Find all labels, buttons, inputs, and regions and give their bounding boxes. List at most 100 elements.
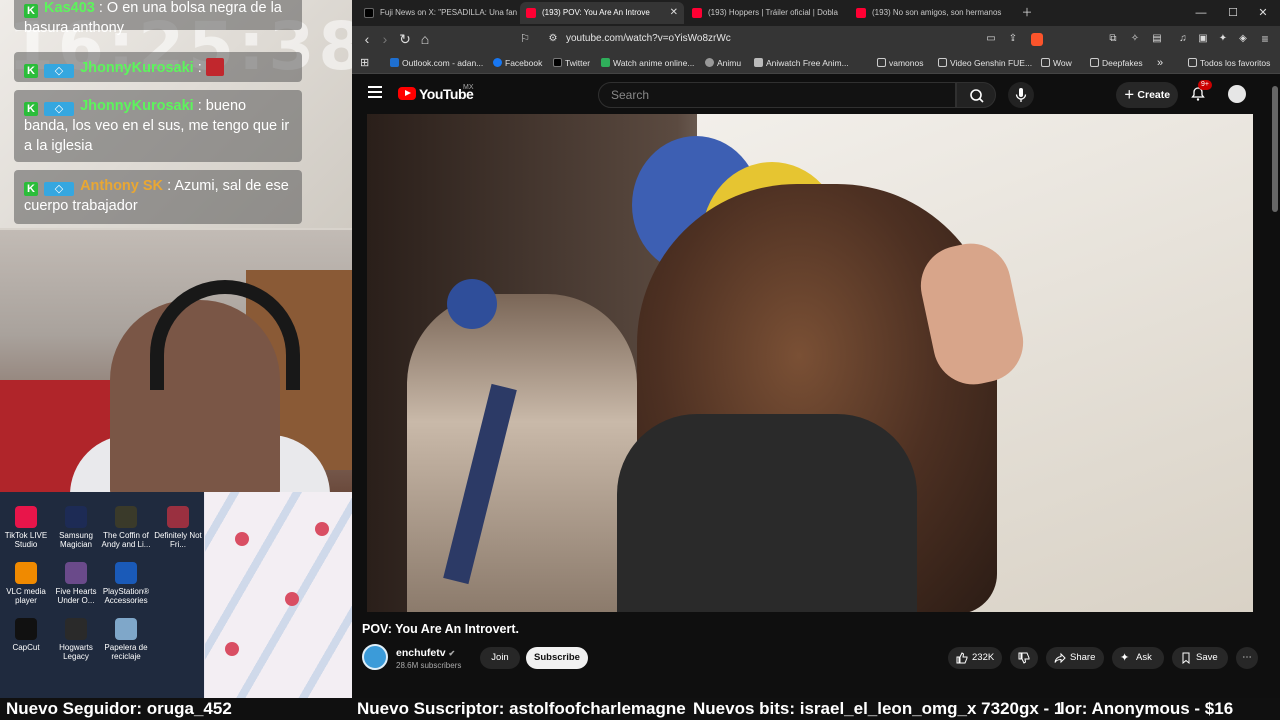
- extension-icon[interactable]: ⧉: [1104, 26, 1122, 52]
- youtube-logo-icon[interactable]: [398, 87, 416, 100]
- desktop-icon-label: Hogwarts Legacy: [59, 643, 93, 661]
- close-window-icon[interactable]: ✕: [1248, 0, 1278, 26]
- join-button[interactable]: Join: [480, 647, 520, 669]
- bookmark-watch-anime[interactable]: Watch anime online...: [601, 52, 694, 74]
- thumbs-up-icon: [956, 652, 968, 664]
- bookmark-folder-genshin[interactable]: Video Genshin FUE...: [938, 52, 1032, 74]
- desktop-icon[interactable]: The Coffin of Andy and Li...: [100, 506, 152, 549]
- desktop-icon[interactable]: VLC media player: [0, 562, 52, 605]
- subscribe-button[interactable]: Subscribe: [526, 647, 588, 669]
- channel-avatar[interactable]: [362, 644, 388, 670]
- bookmark-animu[interactable]: Animu: [705, 52, 741, 74]
- music-icon[interactable]: ♫: [1174, 26, 1192, 52]
- app-icon: [15, 506, 37, 528]
- search-input[interactable]: Search: [598, 82, 956, 108]
- site-info-icon[interactable]: ⚙: [544, 26, 562, 52]
- bookmark-aniwatch[interactable]: Aniwatch Free Anim...: [754, 52, 849, 74]
- page-scrollbar[interactable]: [1272, 86, 1278, 212]
- hype-badge-icon: ◇: [44, 102, 75, 116]
- share-icon: [1054, 652, 1066, 664]
- desktop-icon[interactable]: Papelera de reciclaje: [100, 618, 152, 661]
- bookmark-outlook[interactable]: Outlook.com - adan...: [390, 52, 483, 74]
- desktop-icon[interactable]: Hogwarts Legacy: [50, 618, 102, 661]
- back-icon[interactable]: ‹: [358, 26, 376, 52]
- channel-name[interactable]: enchufetv ✔: [396, 647, 455, 659]
- more-bookmarks-icon[interactable]: »: [1157, 52, 1163, 74]
- leo-ai-icon[interactable]: ✦: [1214, 26, 1232, 52]
- emote-icon: [205, 58, 224, 76]
- tab-hoppers[interactable]: (193) Hoppers | Tráiler oficial | Dobla: [686, 2, 846, 24]
- account-avatar[interactable]: [1228, 85, 1246, 103]
- chat-message: K ◇ JhonnyKurosaki : bueno banda, los ve…: [14, 90, 302, 162]
- forward-icon[interactable]: ›: [376, 26, 394, 52]
- wallet-icon[interactable]: ▣: [1194, 26, 1212, 52]
- home-icon[interactable]: ⌂: [416, 26, 434, 52]
- extensions-icon[interactable]: ✧: [1126, 26, 1144, 52]
- desktop-icon-label: Papelera de reciclaje: [104, 643, 148, 661]
- wallpaper-art: [205, 492, 352, 698]
- desktop-icon[interactable]: PlayStation® Accessories: [100, 562, 152, 605]
- desktop-icon-label: Five Hearts Under O...: [55, 587, 97, 605]
- video-player[interactable]: [367, 114, 1253, 612]
- app-icon: [65, 562, 87, 584]
- share-button[interactable]: Share: [1046, 647, 1104, 669]
- bookmark-icon[interactable]: ⚐: [516, 26, 534, 52]
- desktop-icon-label: The Coffin of Andy and Li...: [101, 531, 151, 549]
- video-title: POV: You Are An Introvert.: [362, 622, 519, 636]
- cast-icon[interactable]: ▭: [982, 26, 1000, 52]
- desktop-icon[interactable]: Samsung Magician: [50, 506, 102, 549]
- desktop-icon-label: Samsung Magician: [59, 531, 93, 549]
- hamburger-menu-icon[interactable]: [368, 86, 382, 98]
- bookmark-folder-wow[interactable]: Wow: [1041, 52, 1072, 74]
- desktop-icon[interactable]: Five Hearts Under O...: [50, 562, 102, 605]
- like-button[interactable]: 232K: [948, 647, 1002, 669]
- vpn-icon[interactable]: ◈: [1234, 26, 1252, 52]
- share-page-icon[interactable]: ⇪: [1004, 26, 1022, 52]
- new-tab-icon[interactable]: ＋: [1012, 0, 1042, 26]
- minimize-icon[interactable]: —: [1186, 0, 1216, 26]
- maximize-icon[interactable]: ☐: [1218, 0, 1248, 26]
- youtube-icon: [692, 8, 702, 18]
- alerts-ticker: Nuevo Seguidor: oruga_452 Nuevo Suscript…: [0, 698, 1280, 720]
- search-button[interactable]: [956, 82, 996, 108]
- desktop-icon[interactable]: TikTok LIVE Studio: [0, 506, 52, 549]
- reload-icon[interactable]: ↻: [396, 26, 414, 52]
- tab-pov-introvert[interactable]: (193) POV: You Are An Introve ✕: [520, 2, 684, 24]
- ask-button[interactable]: ✦ Ask: [1112, 647, 1164, 669]
- voice-search-button[interactable]: [1008, 82, 1034, 108]
- bookmark-folder-all[interactable]: Todos los favoritos: [1188, 52, 1270, 74]
- region-code: MX: [463, 84, 474, 91]
- close-tab-icon[interactable]: ✕: [670, 2, 678, 24]
- brave-shield-icon[interactable]: [1028, 26, 1046, 52]
- create-button[interactable]: ＋ Create: [1116, 82, 1178, 108]
- bookmark-facebook[interactable]: Facebook: [493, 52, 542, 74]
- app-icon: [15, 618, 37, 640]
- chat-username: JhonnyKurosaki: [80, 98, 194, 114]
- dislike-button[interactable]: [1010, 647, 1038, 669]
- youtube-header: YouTube MX Search ＋ Create 9+: [352, 74, 1280, 114]
- menu-icon[interactable]: ≡: [1256, 26, 1274, 52]
- save-button[interactable]: Save: [1172, 647, 1228, 669]
- tab-fuji-news[interactable]: Fuji News on X: "PESADILLA: Una fan: [358, 2, 518, 24]
- app-icon: [115, 618, 137, 640]
- more-actions-icon[interactable]: ⋯: [1236, 647, 1258, 669]
- subscriber-count: 28.6M subscribers: [396, 661, 462, 670]
- desktop-icon[interactable]: CapCut: [0, 618, 52, 652]
- bookmark-folder-vamonos[interactable]: vamonos: [877, 52, 924, 74]
- chat-username: Anthony SK: [80, 178, 164, 194]
- app-icon: [115, 506, 137, 528]
- save-icon: [1182, 652, 1190, 664]
- ticker-bits: Nuevos bits: israel_el_leon_omg_x 7320gx…: [693, 699, 1064, 718]
- hype-badge-icon: ◇: [44, 182, 75, 196]
- sidebar-icon[interactable]: ▤: [1148, 26, 1166, 52]
- chat-text: :: [197, 60, 202, 76]
- youtube-icon: [526, 8, 536, 18]
- desktop-icon[interactable]: Definitely Not Fri...: [152, 506, 204, 549]
- bookmark-folder-deepfakes[interactable]: Deepfakes: [1090, 52, 1143, 74]
- apps-grid-icon[interactable]: ⊞: [360, 52, 369, 74]
- tab-hermanos[interactable]: (193) No son amigos, son hermanos: [850, 2, 1010, 24]
- bookmark-twitter[interactable]: Twitter: [553, 52, 590, 74]
- sparkle-icon: ✦: [1120, 652, 1130, 664]
- desktop-icon-label: TikTok LIVE Studio: [4, 531, 48, 549]
- url-field[interactable]: youtube.com/watch?v=oYisWo8zrWc: [566, 26, 731, 52]
